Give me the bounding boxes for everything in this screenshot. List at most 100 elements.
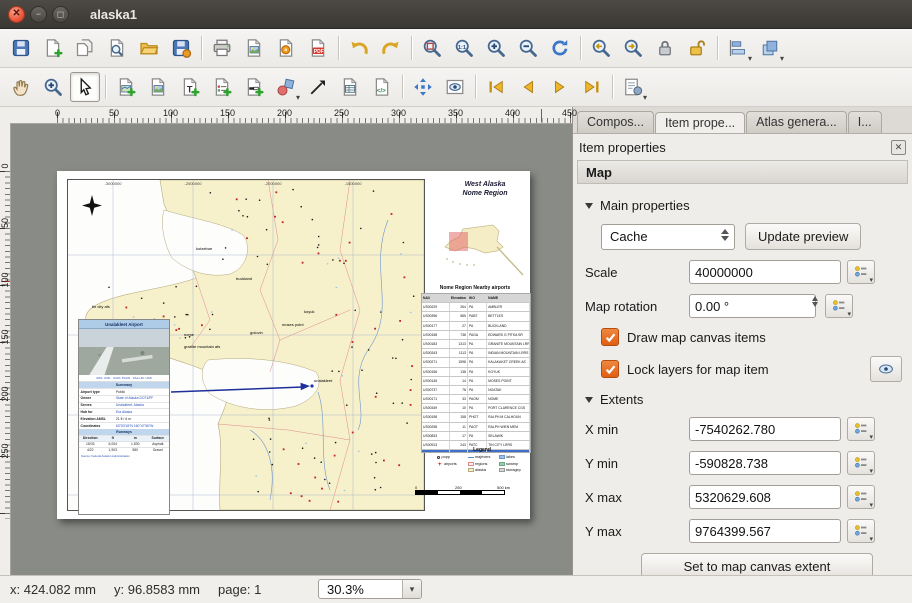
data-defined-x-min-button[interactable]: ▾: [847, 417, 875, 441]
data-defined-y-min-button[interactable]: ▾: [847, 451, 875, 475]
runway-row: 4/221,903580Gravel: [79, 447, 169, 453]
toolbar-separator: [105, 75, 106, 99]
add-new-map-button[interactable]: [111, 72, 141, 102]
atlas-previous-feature-button[interactable]: [513, 72, 543, 102]
x-min-input[interactable]: [689, 417, 841, 441]
duplicate-composition-button[interactable]: [70, 33, 100, 63]
add-new-scalebar-button[interactable]: [239, 72, 269, 102]
composer-attribute-table-item[interactable]: NA3ElevationIKONAMEUS00229264PAAMBLERUS0…: [421, 293, 531, 453]
undo-button[interactable]: [344, 33, 374, 63]
lock-icon: [655, 38, 675, 58]
data-defined-y-max-button[interactable]: ▾: [847, 519, 875, 543]
window-maximize-button[interactable]: ◻: [52, 6, 69, 23]
lock-selected-items-button[interactable]: [650, 33, 680, 63]
map-rotation-spinbox[interactable]: [689, 294, 816, 318]
refresh-view-button[interactable]: [545, 33, 575, 63]
draw-map-canvas-items-checkbox[interactable]: [601, 328, 619, 346]
svg-text:koyuk: koyuk: [304, 309, 314, 314]
save-project-button[interactable]: [6, 33, 36, 63]
preview-atlas-button[interactable]: [440, 72, 470, 102]
export-as-svg-button[interactable]: [271, 33, 301, 63]
load-from-template-button[interactable]: [134, 33, 164, 63]
data-defined-scale-button[interactable]: ▾: [847, 260, 875, 284]
set-to-map-canvas-extent-button[interactable]: Set to map canvas extent: [641, 553, 873, 575]
export-as-pdf-button[interactable]: PDF: [303, 33, 333, 63]
zoom-previous-button[interactable]: [586, 33, 616, 63]
add-html-frame-button[interactable]: </>: [367, 72, 397, 102]
zoom-next-button[interactable]: [618, 33, 648, 63]
composer-overview-map[interactable]: [437, 217, 525, 283]
section-main-properties[interactable]: Main properties: [585, 198, 902, 213]
data-defined-rotation-button[interactable]: ▾: [825, 294, 853, 318]
zoom-in-button[interactable]: [481, 33, 511, 63]
atlas-first-icon: [486, 77, 506, 97]
add-image-button[interactable]: [143, 72, 173, 102]
composer-html-item-airport-infobox[interactable]: Unalakleet Airport IATA: UNK · ICAO: PAU…: [78, 319, 170, 515]
zoom-dropdown-arrow-icon[interactable]: ▾: [402, 580, 421, 598]
zoom-full-button[interactable]: [417, 33, 447, 63]
raise-selected-items-button[interactable]: ▾: [755, 33, 785, 63]
save-as-template-button[interactable]: [166, 33, 196, 63]
zoom-tool-button[interactable]: [38, 72, 68, 102]
pan-button[interactable]: [6, 72, 36, 102]
atlas-last-feature-button[interactable]: [577, 72, 607, 102]
move-item-content-button[interactable]: [408, 72, 438, 102]
scalebar-label: 500 km: [497, 485, 510, 490]
composer-manager-button[interactable]: [102, 33, 132, 63]
window-minimize-button[interactable]: −: [30, 6, 47, 23]
titlebar[interactable]: ✕ − ◻ alaska1: [0, 0, 912, 29]
scale-input[interactable]: [689, 260, 841, 284]
x-max-input[interactable]: [689, 485, 841, 509]
section-extents[interactable]: Extents: [585, 392, 902, 407]
tab-itemprope[interactable]: Item prope...: [655, 112, 745, 134]
update-preview-button[interactable]: Update preview: [745, 223, 861, 250]
atlas-settings-button[interactable]: ▾: [618, 72, 648, 102]
infobox-row: Coordinates63°53′18″N 160°47′56″W: [79, 422, 169, 429]
page-svg-icon: [276, 38, 296, 58]
main-area: 050100150200250300350400450 050100150200…: [0, 107, 912, 575]
print-button[interactable]: [207, 33, 237, 63]
hruler-label: 450: [562, 108, 577, 118]
y-max-input[interactable]: [689, 519, 841, 543]
composer-legend-item[interactable]: Legend poppairportsmajriversregionsalask…: [437, 447, 527, 485]
composer-label-title[interactable]: West Alaska Nome Region: [445, 181, 525, 199]
add-attribute-table-button[interactable]: [335, 72, 365, 102]
composition-page[interactable]: -3000000-2500000-2000000-1500000kotzebue…: [57, 171, 530, 519]
window-close-button[interactable]: ✕: [8, 6, 25, 23]
scalebar-bar: [415, 490, 505, 495]
close-panel-icon[interactable]: ✕: [891, 140, 906, 155]
select-move-item-button[interactable]: [70, 72, 100, 102]
cache-mode-select[interactable]: Cache: [601, 224, 735, 250]
tab-compos[interactable]: Compos...: [577, 111, 654, 133]
add-arrow-button[interactable]: [303, 72, 333, 102]
add-basic-shape-button[interactable]: ▾: [271, 72, 301, 102]
composer-scalebar-item[interactable]: 0 250 500 km: [415, 485, 515, 495]
atlas-next-feature-button[interactable]: [545, 72, 575, 102]
panel-tabs: Compos...Item prope...Atlas genera...I..…: [573, 107, 912, 134]
add-new-label-button[interactable]: T: [175, 72, 205, 102]
zoom-out-button[interactable]: [513, 33, 543, 63]
tab-i[interactable]: I...: [848, 111, 882, 133]
panel-body: Main properties Cache Update preview Sca…: [573, 184, 912, 575]
align-items-button[interactable]: ▾: [723, 33, 753, 63]
zoom-actual-size-button[interactable]: 1:1: [449, 33, 479, 63]
zoom-level-combobox[interactable]: 30.3% ▾: [318, 579, 422, 599]
export-as-image-button[interactable]: [239, 33, 269, 63]
atlas-first-feature-button[interactable]: [481, 72, 511, 102]
atlas-last-icon: [582, 77, 602, 97]
spinbox-arrows-icon[interactable]: [812, 296, 818, 307]
tab-atlasgenera[interactable]: Atlas genera...: [746, 111, 847, 133]
hruler-label: 50: [109, 108, 119, 118]
lock-layers-checkbox[interactable]: [601, 360, 619, 378]
new-composition-button[interactable]: [38, 33, 68, 63]
layer-visibility-button[interactable]: [870, 356, 902, 382]
composition-canvas[interactable]: -3000000-2500000-2000000-1500000kotzebue…: [10, 123, 572, 575]
redo-button[interactable]: [376, 33, 406, 63]
add-new-legend-button[interactable]: [207, 72, 237, 102]
unlock-all-items-button[interactable]: [682, 33, 712, 63]
data-defined-x-max-button[interactable]: ▾: [847, 485, 875, 509]
toolbar-separator: [612, 75, 613, 99]
storage-symbol-icon: [499, 468, 505, 472]
airport-row: US0017727PABUCKLAND: [422, 322, 530, 331]
y-min-input[interactable]: [689, 451, 841, 475]
